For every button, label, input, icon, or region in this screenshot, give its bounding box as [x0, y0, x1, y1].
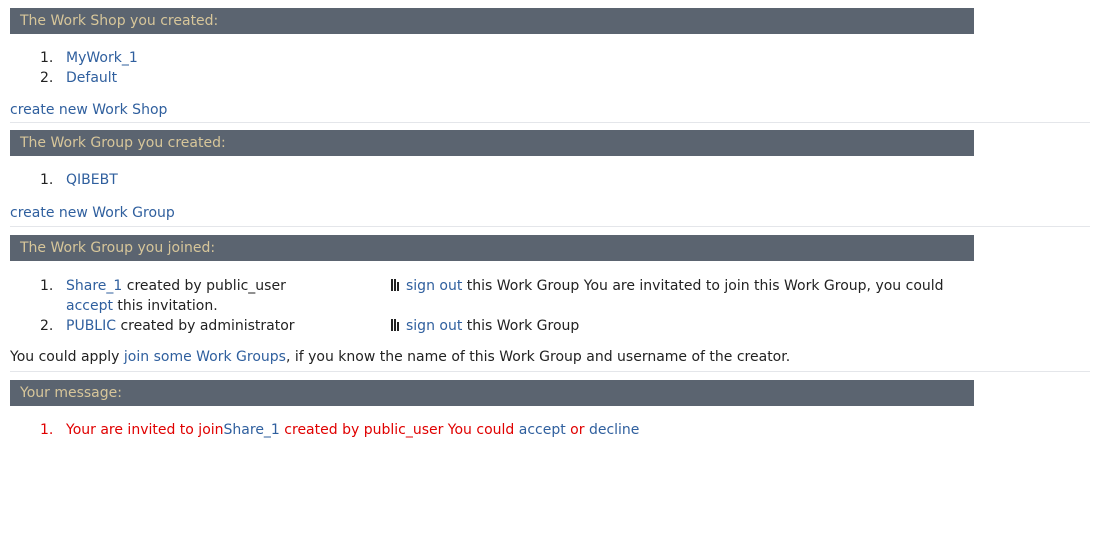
- list-number: 2.: [40, 318, 54, 334]
- workgroup-created-section-header: The Work Group you created:: [10, 130, 974, 156]
- bars-icon: [391, 279, 403, 291]
- create-workgroup-line: create new Work Group: [10, 203, 1090, 223]
- list-number: 1.: [40, 172, 54, 188]
- workshop-link-mywork-1[interactable]: MyWork_1: [66, 50, 138, 66]
- joined-group-link-public[interactable]: PUBLIC: [66, 318, 116, 334]
- list-item: 1. MyWork_1: [10, 48, 1090, 68]
- message-list: 1. Your are invited to joinShare_1 creat…: [10, 420, 1090, 440]
- joined-group-link-share-1[interactable]: Share_1: [66, 278, 122, 294]
- sign-out-suffix: this Work Group You are invitated to joi…: [462, 278, 944, 294]
- message-group-link[interactable]: Share_1: [224, 422, 280, 438]
- list-number: 1.: [40, 278, 54, 294]
- section-divider: [10, 371, 1090, 372]
- create-workgroup-link[interactable]: create new Work Group: [10, 205, 175, 221]
- joined-group-info: PUBLIC created by administrator: [66, 316, 391, 336]
- list-number: 2.: [40, 70, 54, 86]
- list-item: 1. Share_1 created by public_user sign ou…: [10, 276, 1090, 316]
- workshop-section-header: The Work Shop you created:: [10, 8, 974, 34]
- workgroup-joined-section-header: The Work Group you joined:: [10, 235, 974, 261]
- workgroup-link-qibebt[interactable]: QIBEBT: [66, 172, 118, 188]
- workshop-link-default[interactable]: Default: [66, 70, 117, 86]
- section-divider: [10, 226, 1090, 227]
- message-accept-link[interactable]: accept: [519, 422, 566, 438]
- bars-icon: [391, 319, 403, 331]
- workgroup-created-list: 1. QIBEBT: [10, 170, 1090, 190]
- list-item: 1. QIBEBT: [10, 170, 1090, 190]
- accept-invitation-link[interactable]: accept: [66, 298, 113, 314]
- sign-out-link[interactable]: sign out: [406, 318, 462, 334]
- join-hint-line: You could apply join some Work Groups, i…: [10, 347, 1090, 367]
- created-by-text: created by public_user: [122, 278, 286, 294]
- accept-suffix: this invitation.: [112, 298, 218, 314]
- created-by-text: created by administrator: [116, 318, 295, 334]
- message-section-header: Your message:: [10, 380, 974, 406]
- message-prefix: Your are invited to join: [66, 422, 224, 438]
- workshop-list: 1. MyWork_1 2. Default: [10, 48, 1090, 88]
- page: The Work Shop you created: 1. MyWork_1 2…: [10, 8, 1090, 440]
- hint-prefix: You could apply: [10, 349, 124, 365]
- create-workshop-line: create new Work Shop: [10, 100, 1090, 120]
- workgroup-joined-list: 1. Share_1 created by public_usersign ou…: [10, 276, 1090, 336]
- list-item: 2. PUBLIC created by administrator sign o…: [10, 316, 1090, 336]
- list-number: 1.: [40, 50, 54, 66]
- list-item: 1. Your are invited to joinShare_1 creat…: [10, 420, 1090, 440]
- message-middle: created by public_user You could: [279, 422, 519, 438]
- joined-group-info: Share_1 created by public_user: [66, 276, 391, 296]
- message-or: or: [565, 422, 589, 438]
- section-divider: [10, 122, 1090, 123]
- message-decline-link[interactable]: decline: [589, 422, 639, 438]
- join-workgroups-link[interactable]: join some Work Groups: [124, 349, 286, 365]
- list-item: 2. Default: [10, 68, 1090, 88]
- hint-suffix: , if you know the name of this Work Grou…: [285, 349, 791, 365]
- sign-out-link[interactable]: sign out: [406, 278, 462, 294]
- list-number: 1.: [40, 422, 54, 438]
- sign-out-suffix: this Work Group: [462, 318, 580, 334]
- create-workshop-link[interactable]: create new Work Shop: [10, 102, 167, 118]
